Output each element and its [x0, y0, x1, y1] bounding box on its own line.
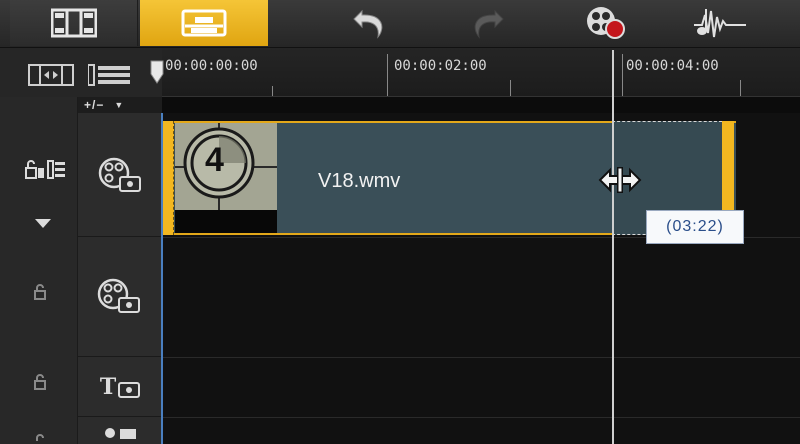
- clip-trim-handle-left[interactable]: [162, 121, 174, 235]
- film-strip-icon: [50, 8, 97, 38]
- track-headers: T: [78, 113, 162, 444]
- audio-waveform-icon: [694, 9, 746, 38]
- countdown-leader-icon: [175, 123, 277, 211]
- triangle-down-icon[interactable]: [33, 217, 53, 229]
- ruler-tick: [622, 54, 623, 96]
- redo-icon: [474, 9, 504, 39]
- ruler-tick: [272, 86, 273, 96]
- microphone-icon: [105, 427, 136, 439]
- film-reel-icon: [98, 157, 141, 192]
- main-toolbar: [0, 0, 800, 48]
- duration-tooltip: (03:22): [646, 210, 744, 244]
- fit-project-icon[interactable]: [28, 64, 74, 86]
- ruler-tick: [510, 80, 511, 96]
- clip-filename: V18.wmv: [318, 170, 401, 192]
- clip-thumbnail-bar: [175, 210, 277, 233]
- timeline-icon: [181, 9, 227, 37]
- timeline-start-line: [161, 113, 163, 444]
- track-visibility-icon[interactable]: [24, 159, 66, 181]
- undo-button[interactable]: [345, 0, 395, 46]
- film-reel-icon: [97, 278, 140, 313]
- timeline-view-button[interactable]: [140, 0, 268, 46]
- playhead-line[interactable]: [612, 50, 614, 444]
- timeline-ruler[interactable]: 00:00:00:00 00:00:02:00 00:00:04:00: [162, 48, 800, 97]
- track-divider: [162, 357, 800, 358]
- record-icon: [587, 7, 625, 39]
- redo-button[interactable]: [462, 0, 512, 46]
- track-divider: [162, 417, 800, 418]
- video-track-header[interactable]: [78, 113, 162, 237]
- ruler-tick: [387, 54, 388, 96]
- view-controls: [0, 48, 162, 97]
- overlay-track-header[interactable]: [78, 237, 162, 357]
- undo-icon: [353, 9, 383, 39]
- record-capture-button[interactable]: [578, 0, 634, 46]
- timecode-label: 00:00:04:00: [626, 58, 719, 74]
- add-remove-tracks-button[interactable]: +/− ▼: [78, 97, 162, 113]
- track-manager-icon[interactable]: [88, 64, 132, 86]
- add-remove-label: +/−: [84, 98, 105, 112]
- countdown-number: 4: [205, 141, 224, 179]
- title-track-header[interactable]: T: [78, 357, 162, 417]
- timecode-label: 00:00:00:00: [165, 58, 258, 74]
- chevron-down-icon: ▼: [114, 100, 125, 110]
- playhead-marker-icon[interactable]: [150, 60, 164, 84]
- sound-mixer-button[interactable]: [690, 0, 750, 46]
- camera-badge-icon: [118, 381, 141, 398]
- lock-icon[interactable]: [32, 373, 50, 391]
- resize-cursor-icon: [598, 167, 642, 193]
- storyboard-view-button[interactable]: [10, 0, 138, 46]
- track-options-column: [0, 97, 78, 444]
- voice-track-header[interactable]: [78, 417, 162, 444]
- lock-icon[interactable]: [32, 283, 50, 301]
- ruler-tick: [740, 80, 741, 96]
- title-t-icon: T: [99, 373, 117, 400]
- lock-icon[interactable]: [32, 433, 50, 444]
- timeline-scroll-strip[interactable]: [162, 97, 800, 113]
- timecode-label: 00:00:02:00: [394, 58, 487, 74]
